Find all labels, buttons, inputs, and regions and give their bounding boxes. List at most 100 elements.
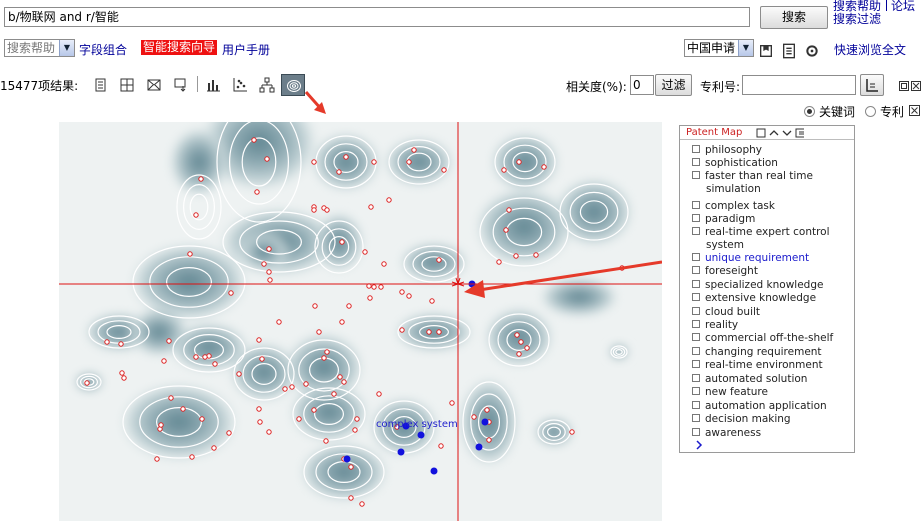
patent-point bbox=[155, 457, 159, 461]
patent-point bbox=[283, 387, 287, 391]
chevron-up-icon[interactable] bbox=[769, 127, 779, 137]
forum-link[interactable]: 论坛 bbox=[891, 0, 915, 13]
panel-term[interactable]: new feature bbox=[692, 386, 852, 399]
term-checkbox[interactable] bbox=[692, 333, 700, 341]
close-icon[interactable] bbox=[911, 80, 921, 90]
patent-map-canvas[interactable]: complex system bbox=[59, 122, 662, 521]
chart-settings-icon bbox=[865, 78, 879, 92]
term-checkbox[interactable] bbox=[692, 214, 700, 222]
expand-icon[interactable] bbox=[795, 127, 805, 137]
term-checkbox[interactable] bbox=[692, 227, 700, 235]
density-peak bbox=[534, 417, 574, 447]
panel-term[interactable]: automation application bbox=[692, 400, 852, 413]
term-checkbox[interactable] bbox=[692, 145, 700, 153]
patent-point bbox=[324, 439, 328, 443]
panel-term[interactable]: extensive knowledge bbox=[692, 292, 852, 305]
panel-term[interactable]: real-time environment bbox=[692, 359, 852, 372]
term-checkbox[interactable] bbox=[692, 280, 700, 288]
chevron-right-icon[interactable] bbox=[694, 439, 704, 449]
term-checkbox[interactable] bbox=[692, 414, 700, 422]
user-manual-link[interactable]: 用户手册 bbox=[222, 41, 270, 58]
search-filter-link[interactable]: 搜索过滤 bbox=[833, 13, 881, 26]
document-icon[interactable] bbox=[781, 43, 793, 55]
tree-icon[interactable] bbox=[259, 77, 275, 93]
panel-term[interactable]: changing requirement bbox=[692, 346, 852, 359]
list-view-icon[interactable] bbox=[92, 77, 108, 93]
panel-term[interactable]: unique requirement bbox=[692, 252, 852, 265]
field-combo-link[interactable]: 字段组合 bbox=[79, 41, 127, 58]
patent-point bbox=[379, 285, 383, 289]
patent-point bbox=[349, 465, 353, 469]
relevance-input[interactable]: 0 bbox=[630, 75, 654, 95]
quick-browse-link[interactable]: 快速浏览全文 bbox=[834, 41, 906, 58]
close-icon[interactable] bbox=[909, 105, 920, 116]
term-checkbox[interactable] bbox=[692, 171, 700, 179]
term-label: real-time environment bbox=[705, 359, 823, 371]
settings-icon[interactable] bbox=[804, 43, 816, 55]
term-checkbox[interactable] bbox=[692, 158, 700, 166]
panel-term[interactable]: philosophy bbox=[692, 144, 852, 157]
panel-term[interactable]: foreseight bbox=[692, 265, 852, 278]
patent-point bbox=[213, 362, 217, 366]
selected-patent-point bbox=[418, 432, 425, 439]
patent-point bbox=[325, 350, 329, 354]
panel-term[interactable]: faster than real timesimulation bbox=[692, 170, 852, 196]
patent-point bbox=[387, 198, 391, 202]
patent-point bbox=[430, 299, 434, 303]
scatter-chart-icon[interactable] bbox=[232, 77, 248, 93]
term-checkbox[interactable] bbox=[692, 293, 700, 301]
term-checkbox[interactable] bbox=[692, 201, 700, 209]
term-checkbox[interactable] bbox=[692, 387, 700, 395]
panel-term[interactable]: real-time expert controlsystem bbox=[692, 226, 852, 252]
chart-settings-button[interactable] bbox=[860, 74, 884, 96]
panel-term[interactable]: cloud built bbox=[692, 306, 852, 319]
term-checkbox[interactable] bbox=[692, 374, 700, 382]
term-checkbox[interactable] bbox=[692, 320, 700, 328]
panel-term[interactable]: paradigm bbox=[692, 213, 852, 226]
panel-term[interactable]: reality bbox=[692, 319, 852, 332]
patent-point bbox=[181, 407, 185, 411]
search-input[interactable]: b/物联网 and r/智能 bbox=[4, 7, 750, 27]
smart-search-guide-link[interactable]: 智能搜索向导 bbox=[141, 40, 217, 55]
density-peak bbox=[490, 132, 560, 192]
term-checkbox[interactable] bbox=[692, 307, 700, 315]
relevance-label: 相关度(%): bbox=[566, 78, 627, 95]
keyword-radio[interactable] bbox=[804, 106, 815, 117]
panel-term[interactable]: complex task bbox=[692, 200, 852, 213]
term-checkbox[interactable] bbox=[692, 428, 700, 436]
filter-button[interactable]: 过滤 bbox=[655, 74, 692, 96]
panel-term[interactable]: automated solution bbox=[692, 373, 852, 386]
patent-map[interactable]: complex system bbox=[59, 122, 662, 521]
cluster-label: complex system bbox=[376, 419, 458, 430]
email-icon[interactable] bbox=[146, 77, 162, 93]
patent-point bbox=[368, 296, 372, 300]
patent-point bbox=[412, 148, 416, 152]
bookmark-icon[interactable] bbox=[758, 43, 770, 55]
term-checkbox[interactable] bbox=[692, 347, 700, 355]
term-label: specialized knowledge bbox=[705, 279, 823, 291]
density-peak bbox=[394, 312, 474, 352]
term-checkbox[interactable] bbox=[692, 266, 700, 274]
panel-term[interactable]: awareness bbox=[692, 427, 852, 440]
help-select[interactable]: 搜索帮助 ▼ bbox=[4, 39, 75, 57]
panel-term[interactable]: commercial off-the-shelf bbox=[692, 332, 852, 345]
selected-patent-point bbox=[398, 449, 405, 456]
square-icon[interactable] bbox=[756, 127, 766, 137]
country-select[interactable]: 中国申请 ▼ bbox=[684, 39, 754, 57]
export-icon[interactable] bbox=[173, 77, 189, 93]
search-button[interactable]: 搜索 bbox=[760, 6, 828, 29]
term-checkbox[interactable] bbox=[692, 253, 700, 261]
patent-number-input[interactable] bbox=[742, 75, 856, 95]
panel-term[interactable]: sophistication bbox=[692, 157, 852, 170]
collapse-icon[interactable] bbox=[899, 80, 909, 90]
patent-radio[interactable] bbox=[865, 106, 876, 117]
term-checkbox[interactable] bbox=[692, 401, 700, 409]
grid-view-icon[interactable] bbox=[119, 77, 135, 93]
keyword-radio-label: 关键词 bbox=[819, 103, 855, 120]
panel-term[interactable]: specialized knowledge bbox=[692, 279, 852, 292]
panel-term[interactable]: decision making bbox=[692, 413, 852, 426]
patent-point bbox=[290, 385, 294, 389]
bar-chart-icon[interactable] bbox=[205, 77, 221, 93]
chevron-down-icon[interactable] bbox=[782, 127, 792, 137]
term-checkbox[interactable] bbox=[692, 360, 700, 368]
